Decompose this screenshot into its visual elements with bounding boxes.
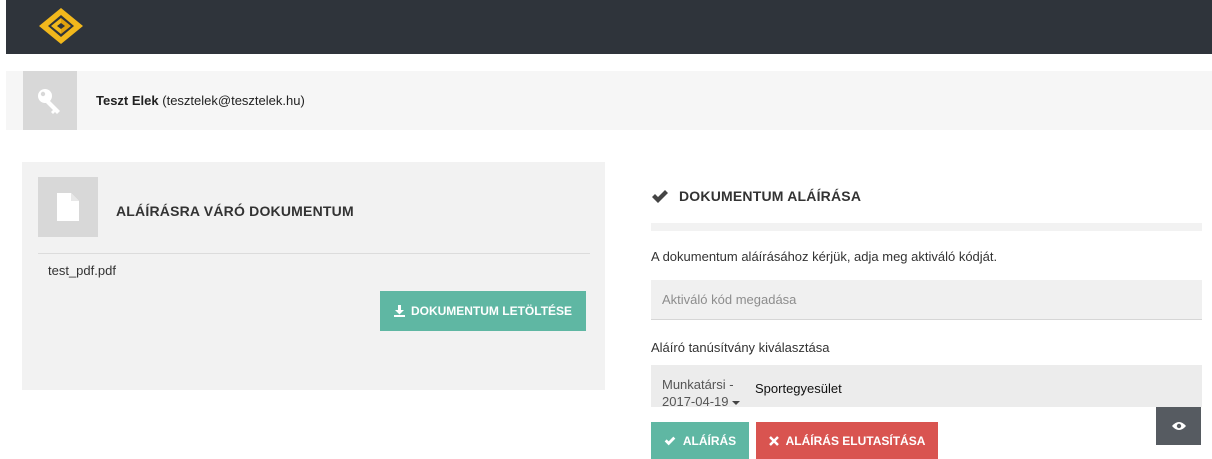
divider [38, 253, 590, 254]
preview-button[interactable] [1156, 407, 1201, 445]
certificate-organization: Sportegyesület [755, 381, 842, 396]
user-name: Teszt Elek [96, 93, 159, 108]
download-document-button[interactable]: DOKUMENTUM LETÖLTÉSE [380, 291, 586, 331]
user-bar: Teszt Elek (tesztelek@tesztelek.hu) [6, 71, 1212, 130]
file-icon [57, 193, 79, 221]
sign-panel-title: DOKUMENTUM ALÁÍRÁSA [651, 188, 861, 204]
document-panel: ALÁÍRÁSRA VÁRÓ DOKUMENTUM test_pdf.pdf D… [22, 162, 605, 390]
chevron-down-icon [731, 400, 740, 405]
check-icon [652, 189, 668, 203]
download-button-label: DOKUMENTUM LETÖLTÉSE [410, 304, 573, 318]
certificate-date: 2017-04-19 [662, 394, 729, 407]
sign-button[interactable]: ALÁÍRÁS [651, 422, 749, 459]
document-filename: test_pdf.pdf [48, 263, 116, 278]
key-icon [38, 88, 60, 114]
certificate-select[interactable]: Munkatársi - 2017-04-19 Sportegyesület [651, 365, 1202, 407]
eye-icon [1171, 422, 1186, 430]
diamond-logo-icon[interactable] [37, 6, 85, 46]
divider [651, 223, 1202, 231]
certificate-type: Munkatársi - [662, 377, 734, 392]
certificate-date-row: 2017-04-19 [662, 393, 740, 407]
activation-code-input[interactable] [651, 280, 1202, 320]
reject-signature-button[interactable]: ALÁÍRÁS ELUTASÍTÁSA [756, 422, 938, 459]
certificate-label: Aláíró tanúsítvány kiválasztása [651, 340, 830, 355]
sign-instruction: A dokumentum aláírásához kérjük, adja me… [651, 249, 998, 264]
certificate-type-date: Munkatársi - 2017-04-19 [662, 376, 740, 407]
sign-panel-title-text: DOKUMENTUM ALÁÍRÁSA [679, 188, 862, 204]
check-icon [664, 436, 676, 445]
top-navbar [6, 0, 1212, 54]
close-icon [768, 435, 779, 446]
reject-button-label: ALÁÍRÁS ELUTASÍTÁSA [785, 433, 926, 448]
user-info: Teszt Elek (tesztelek@tesztelek.hu) [96, 93, 305, 108]
download-icon [393, 305, 405, 317]
document-icon-box [38, 177, 98, 237]
user-icon-box [23, 71, 77, 130]
user-email: (tesztelek@tesztelek.hu) [162, 93, 305, 108]
document-panel-title: ALÁÍRÁSRA VÁRÓ DOKUMENTUM [116, 203, 354, 219]
sign-button-label: ALÁÍRÁS [682, 433, 737, 448]
